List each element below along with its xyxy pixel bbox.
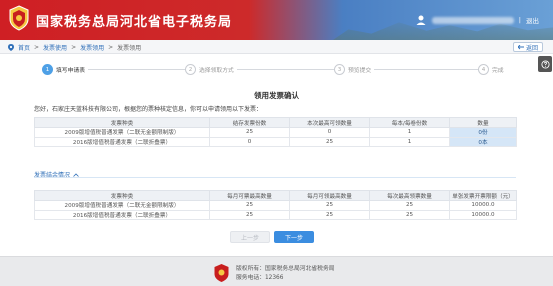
- back-arrow-icon: [517, 44, 524, 49]
- invoice-type-cell: 2009版增值税普通发票（二联无金额限制版）: [34, 127, 210, 138]
- breadcrumb-current: 发票领用: [117, 45, 142, 52]
- table-row: 2009版增值税普通发票（二联无金额限制版） 25 0 1 0份: [34, 127, 517, 138]
- column-header: 单张发票开票限额（元）: [449, 190, 517, 201]
- breadcrumb: 首页 > 发票使用 > 发票领用 > 发票领用: [8, 43, 141, 52]
- back-button[interactable]: 返回: [512, 42, 543, 52]
- limit-cell: 10000.0: [449, 209, 517, 220]
- site-footer: 版权所有：国家税务总局河北省税务局 服务电话：12366: [0, 256, 553, 286]
- table-header-row: 发票种类 每月可票最高数量 每月可领最高数量 每次最高领票数量 单张发票开票限额…: [34, 190, 517, 201]
- location-pin-icon: [8, 44, 14, 51]
- user-area: | 退出: [415, 14, 539, 26]
- invoice-balance-table: 发票种类 每月可票最高数量 每月可领最高数量 每次最高领票数量 单张发票开票限额…: [34, 190, 517, 220]
- max-claim-cell: 25: [289, 136, 370, 147]
- step-4: 4 完成: [478, 64, 507, 75]
- step-3: 3 预览提交: [334, 64, 375, 75]
- user-icon[interactable]: [415, 14, 427, 26]
- site-title: 国家税务总局河北省电子税务局: [36, 15, 233, 30]
- column-header: 数量: [449, 117, 517, 128]
- logout-link[interactable]: 退出: [526, 15, 539, 25]
- column-header: 每次最高领票数量: [369, 190, 450, 201]
- step-2: 2 选择领取方式: [185, 64, 237, 75]
- next-step-button[interactable]: 下一步: [274, 231, 314, 243]
- help-icon: [540, 59, 550, 69]
- intro-text: 您好，石家庄天蓝科技有限公司，根据您的票种核定信息，你可以申请领用以下发票：: [34, 106, 263, 113]
- service-phone: 服务电话：12366: [236, 275, 284, 281]
- limit-cell: 10000.0: [449, 200, 517, 211]
- per-book-cell: 1: [369, 136, 450, 147]
- per-book-cell: 1: [369, 127, 450, 138]
- column-header: 结存发票份数: [209, 117, 290, 128]
- tax-emblem-icon: [214, 264, 229, 282]
- breadcrumb-bar: 首页 > 发票使用 > 发票领用 > 发票领用 返回: [0, 40, 553, 54]
- table-row: 2016版增值税普通发票（二联折叠票） 0 25 1 0本: [34, 136, 517, 147]
- balance-cell: 25: [209, 127, 290, 138]
- copyright-text: 版权所有：国家税务总局河北省税务局: [236, 266, 335, 272]
- quantity-input[interactable]: 0本: [449, 136, 517, 147]
- page-title: 领用发票确认: [254, 91, 299, 100]
- breadcrumb-invoice-claim[interactable]: 发票领用: [80, 43, 104, 52]
- column-header: 每本/每卷份数: [369, 117, 450, 128]
- quantity-input[interactable]: 0份: [449, 127, 517, 138]
- breadcrumb-invoice-use[interactable]: 发票使用: [43, 43, 67, 52]
- column-header: 发票种类: [34, 117, 210, 128]
- column-header: 每月可领最高数量: [289, 190, 370, 201]
- invoice-type-cell: 2016版增值税普通发票（二联折叠票）: [34, 136, 210, 147]
- side-help-button[interactable]: [538, 56, 552, 72]
- column-header: 每月可票最高数量: [209, 190, 290, 201]
- footer-info: 版权所有：国家税务总局河北省税务局 服务电话：12366: [236, 265, 335, 283]
- breadcrumb-home[interactable]: 首页: [18, 43, 30, 52]
- chevron-up-icon: [73, 172, 79, 177]
- invoice-type-cell: 2016版增值税普通发票（二联折叠票）: [34, 209, 210, 220]
- table-row: 2016版增值税普通发票（二联折叠票） 25 25 25 10000.0: [34, 209, 517, 220]
- balance-cell: 0: [209, 136, 290, 147]
- previous-step-button[interactable]: 上一步: [230, 231, 270, 243]
- site-header: 国家税务总局河北省电子税务局 | 退出: [0, 0, 553, 40]
- user-name-redacted: [431, 16, 514, 24]
- progress-steps: 1 填写申请表 2 选择领取方式 3 预览提交 4 完成: [30, 63, 510, 77]
- column-header: 发票种类: [34, 190, 210, 201]
- invoice-type-cell: 2009版增值税普通发票（二联无金额限制版）: [34, 200, 210, 211]
- max-claim-cell: 0: [289, 127, 370, 138]
- table-header-row: 发票种类 结存发票份数 本次最高可领数量 每本/每卷份数 数量: [34, 117, 517, 128]
- table-row: 2009版增值税普通发票（二联无金额限制版） 25 25 25 10000.0: [34, 200, 517, 211]
- section-divider: [34, 177, 516, 178]
- invoice-claim-table: 发票种类 结存发票份数 本次最高可领数量 每本/每卷份数 数量 2009版增值税…: [34, 117, 517, 147]
- step-1: 1 填写申请表: [42, 64, 88, 75]
- column-header: 本次最高可领数量: [289, 117, 370, 128]
- tax-emblem-icon: [9, 5, 29, 31]
